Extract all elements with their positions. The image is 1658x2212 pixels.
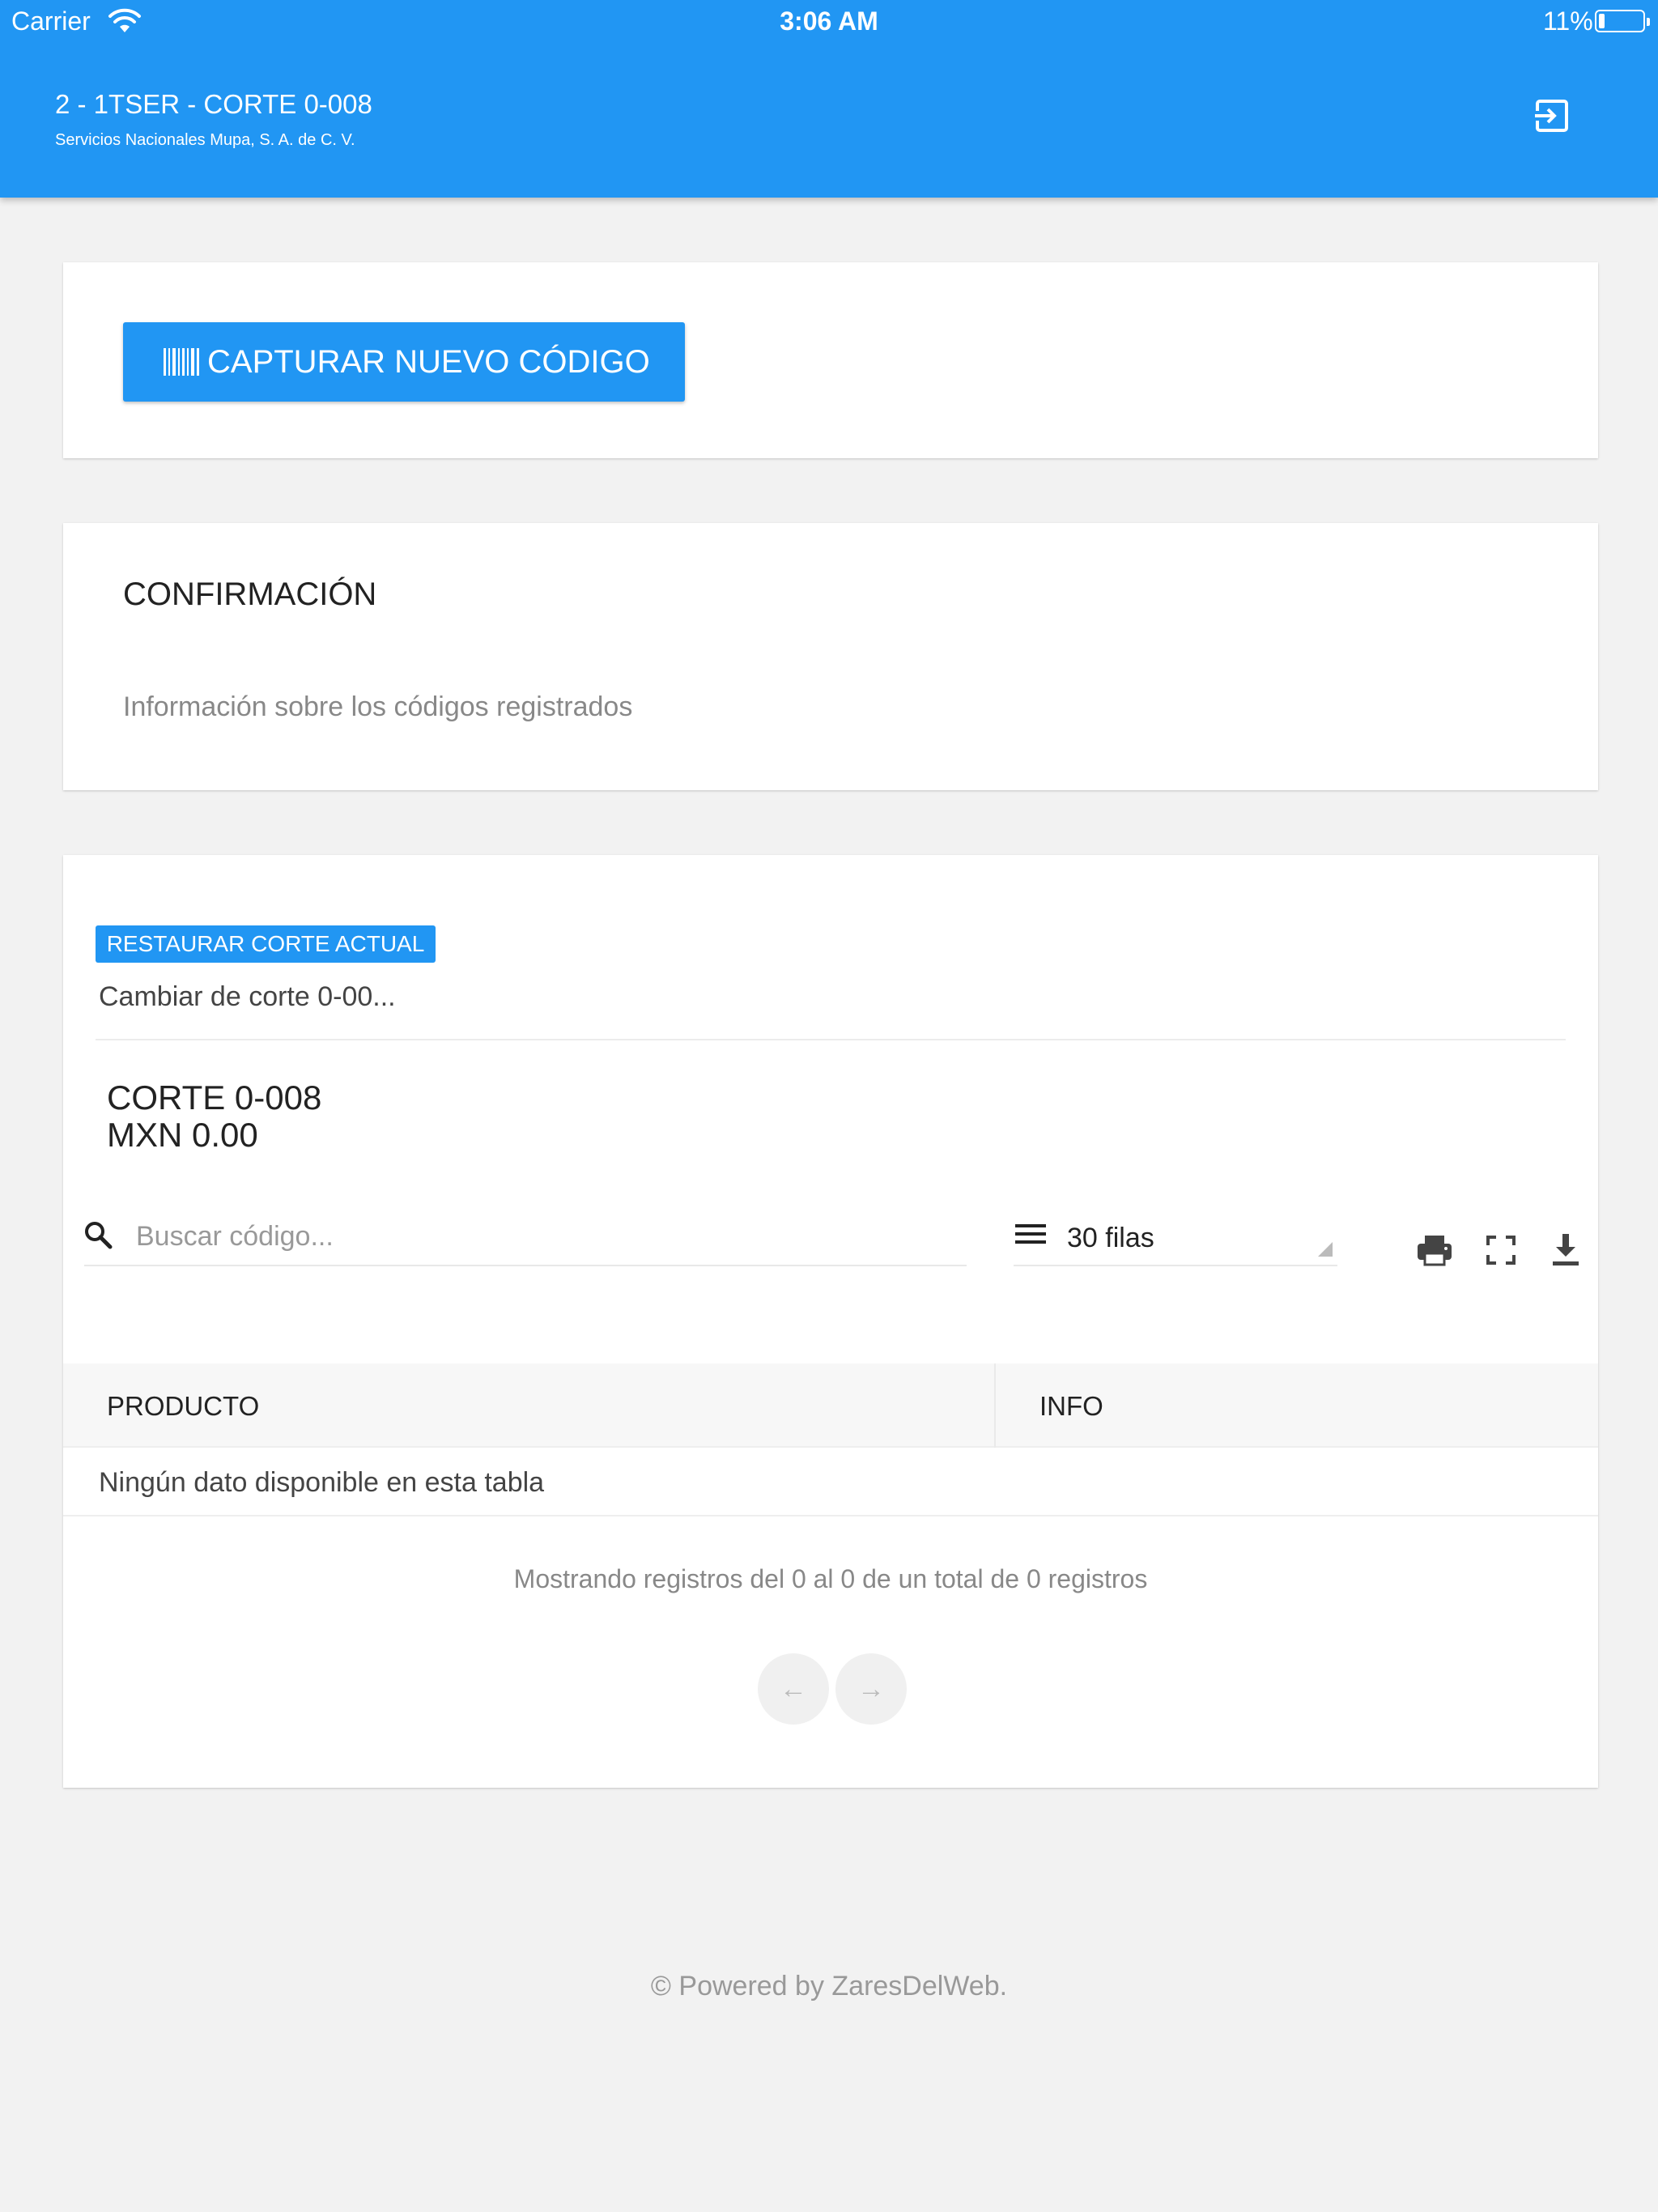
barcode-icon — [164, 348, 199, 376]
column-separator — [994, 1363, 996, 1448]
fullscreen-icon[interactable] — [1482, 1231, 1520, 1270]
company-subtitle: Servicios Nacionales Mupa, S. A. de C. V… — [55, 131, 355, 149]
exit-to-app-icon[interactable] — [1532, 96, 1572, 136]
previous-page-button[interactable]: ← — [758, 1653, 829, 1725]
column-header-product[interactable]: PRODUCTO — [107, 1391, 259, 1422]
print-icon[interactable] — [1415, 1231, 1454, 1270]
next-page-button[interactable]: → — [835, 1653, 907, 1725]
rows-per-page-select[interactable]: 30 filas — [1014, 1208, 1337, 1266]
corte-card: RESTAURAR CORTE ACTUAL Cambiar de corte … — [63, 855, 1598, 1788]
column-header-info[interactable]: INFO — [1039, 1391, 1103, 1422]
divider — [96, 1039, 1566, 1040]
search-icon — [85, 1222, 113, 1249]
battery-percent: 11% — [1543, 6, 1593, 36]
table-header: PRODUCTO INFO — [63, 1363, 1598, 1448]
app-header: Carrier 3:06 AM 11% 2 - 1TSER - CORTE 0-… — [0, 0, 1658, 198]
capture-card: CAPTURAR NUEVO CÓDIGO — [63, 262, 1598, 458]
corte-name: CORTE 0-008 — [107, 1078, 322, 1117]
table-row-divider — [63, 1515, 1598, 1516]
corte-amount: MXN 0.00 — [107, 1116, 258, 1154]
capture-new-code-button[interactable]: CAPTURAR NUEVO CÓDIGO — [123, 322, 685, 402]
confirmation-title: CONFIRMACIÓN — [123, 576, 377, 612]
table-records-info: Mostrando registros del 0 al 0 de un tot… — [513, 1564, 1148, 1593]
confirmation-card: CONFIRMACIÓN Información sobre los códig… — [63, 523, 1598, 790]
capture-button-label: CAPTURAR NUEVO CÓDIGO — [207, 343, 650, 380]
confirmation-text: Información sobre los códigos registrado… — [123, 691, 633, 722]
status-bar: Carrier 3:06 AM 11% — [0, 0, 1658, 44]
search-input[interactable] — [84, 1208, 967, 1266]
page-title: 2 - 1TSER - CORTE 0-008 — [55, 89, 372, 119]
footer-text: © Powered by ZaresDelWeb. — [650, 1971, 1008, 2001]
clock: 3:06 AM — [780, 6, 878, 36]
restore-corte-button[interactable]: RESTAURAR CORTE ACTUAL — [96, 925, 436, 963]
table-empty-message: Ningún dato disponible en esta tabla — [99, 1467, 545, 1498]
rows-per-page-label: 30 filas — [1067, 1223, 1154, 1253]
download-icon[interactable] — [1546, 1231, 1585, 1270]
dropdown-caret-icon — [1318, 1242, 1333, 1257]
battery-icon — [1595, 10, 1650, 32]
change-corte-link[interactable]: Cambiar de corte 0-00... — [99, 981, 396, 1013]
menu-icon — [1015, 1224, 1046, 1244]
